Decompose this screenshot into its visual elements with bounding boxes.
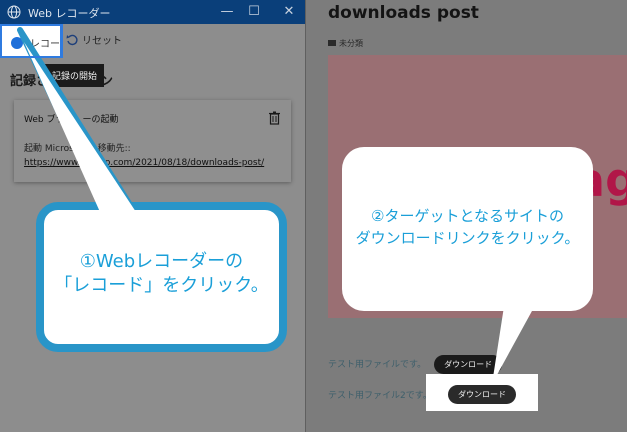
callout-1-tail (17, 27, 136, 212)
record-button-highlight (0, 24, 63, 58)
